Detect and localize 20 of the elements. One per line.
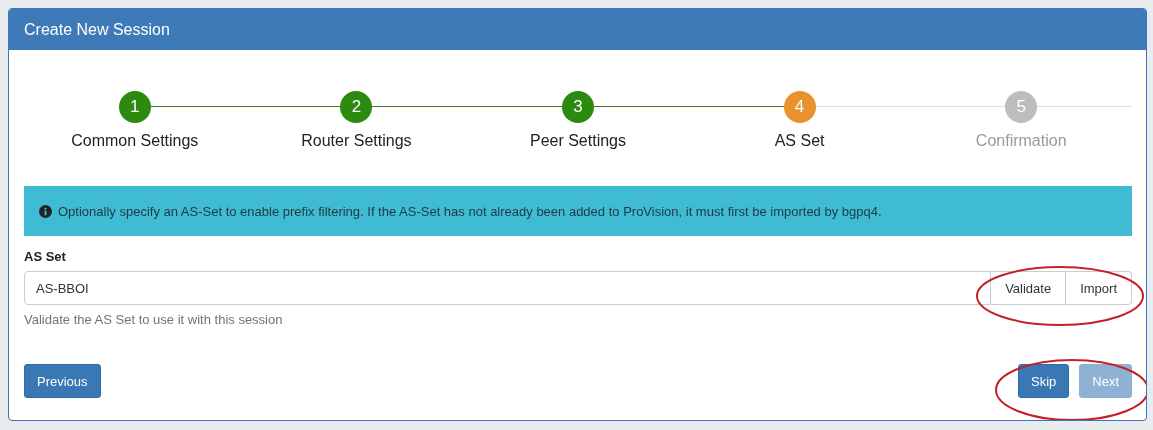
step-number: 2 xyxy=(340,91,373,123)
addon-button[interactable]: Validate xyxy=(991,271,1067,305)
step-label: Common Settings xyxy=(71,132,199,150)
step-number: 5 xyxy=(1005,91,1038,123)
alert-text: Optionally specify an AS-Set to enable prefix filtering. If the AS-Set has not already been added to ProVision, it must first be imported by bgpq4. xyxy=(58,203,882,219)
step-label: AS Set xyxy=(774,132,825,150)
previous-button[interactable]: Previous xyxy=(24,364,101,398)
info-icon xyxy=(39,204,52,218)
field-label: AS Set xyxy=(24,249,67,264)
step-label: Peer Settings xyxy=(529,132,626,150)
step-number: 1 xyxy=(118,91,151,123)
step-label: Router Settings xyxy=(301,132,412,150)
wizard-button[interactable]: Skip xyxy=(1017,364,1070,398)
as-set-input[interactable]: AS-BBOI xyxy=(24,271,992,305)
addon-button[interactable]: Import xyxy=(1066,271,1132,305)
step-number: 4 xyxy=(783,91,816,123)
panel-title: Create New Session xyxy=(24,20,170,39)
step-label: Confirmation xyxy=(975,132,1067,150)
step-number: 3 xyxy=(562,91,594,123)
help-text: Validate the AS Set to use it with this session xyxy=(24,312,284,327)
